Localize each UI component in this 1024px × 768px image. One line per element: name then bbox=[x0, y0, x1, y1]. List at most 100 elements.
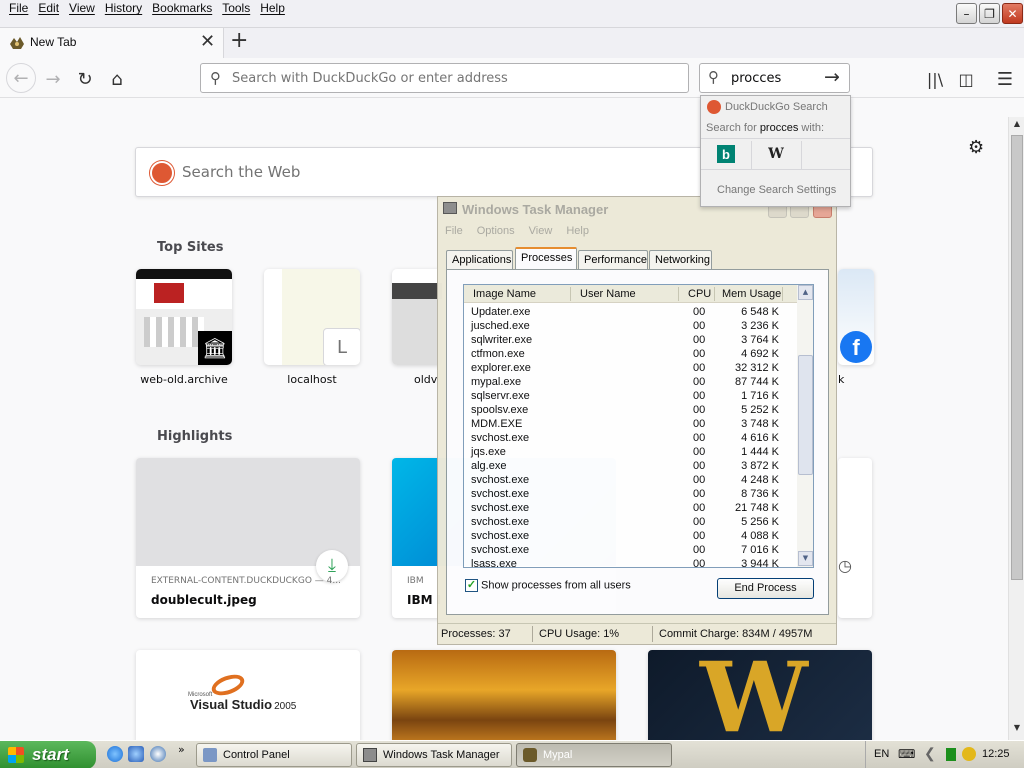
menu-view[interactable]: View bbox=[64, 1, 100, 15]
top-site-facebook[interactable]: f k bbox=[838, 269, 874, 386]
tm-menu-view[interactable]: View bbox=[529, 225, 553, 237]
site-thumbnail: f bbox=[838, 269, 874, 365]
process-row[interactable]: svchost.exe 00 4 088 K bbox=[464, 529, 797, 543]
process-name: svchost.exe bbox=[471, 544, 530, 556]
bing-icon[interactable]: b bbox=[717, 145, 735, 163]
page-scrollbar[interactable]: ▲ ▼ bbox=[1008, 117, 1024, 740]
tm-menu-options[interactable]: Options bbox=[477, 225, 515, 237]
visual-studio-card[interactable]: Microsoft Visual Studio 2005 bbox=[136, 650, 360, 740]
show-all-users-checkbox[interactable]: ✓ Show processes from all users bbox=[465, 579, 631, 592]
col-image-name[interactable]: Image Name bbox=[473, 288, 536, 300]
w-logo-card[interactable]: W bbox=[648, 650, 872, 740]
internet-explorer-icon[interactable] bbox=[107, 746, 123, 762]
search-input[interactable] bbox=[731, 68, 821, 88]
process-mem: 3 872 K bbox=[741, 460, 779, 472]
change-search-settings-link[interactable]: Change Search Settings bbox=[717, 184, 836, 196]
process-row[interactable]: Updater.exe 00 6 548 K bbox=[464, 305, 797, 319]
reload-icon[interactable]: ↻ bbox=[72, 66, 98, 92]
taskbar-item-task-manager[interactable]: Windows Task Manager bbox=[356, 743, 512, 767]
sidebar-icon[interactable]: ◫ bbox=[953, 66, 979, 92]
tray-network-icon[interactable] bbox=[962, 747, 976, 761]
taskbar-item-control-panel[interactable]: Control Panel bbox=[196, 743, 352, 767]
library-icon[interactable]: ||\ bbox=[922, 66, 948, 92]
end-process-button[interactable]: End Process bbox=[717, 578, 814, 599]
menu-bookmarks[interactable]: Bookmarks bbox=[147, 1, 217, 15]
start-button[interactable]: start bbox=[0, 741, 96, 768]
tm-menu-file[interactable]: File bbox=[445, 225, 463, 237]
process-row[interactable]: spoolsv.exe 00 5 252 K bbox=[464, 403, 797, 417]
chevron-right-icon[interactable]: » bbox=[178, 743, 185, 756]
scroll-down-arrow-icon[interactable]: ▼ bbox=[798, 551, 813, 566]
popup-engine-header: DuckDuckGo Search bbox=[707, 100, 828, 114]
go-arrow-icon[interactable]: → bbox=[824, 66, 840, 88]
tray-app-icon[interactable] bbox=[946, 748, 956, 761]
autumn-image-card[interactable] bbox=[392, 650, 616, 740]
close-window-button[interactable]: ✕ bbox=[1002, 3, 1023, 24]
process-row[interactable]: sqlwriter.exe 00 3 764 K bbox=[464, 333, 797, 347]
scroll-up-arrow-icon[interactable]: ▲ bbox=[798, 285, 813, 300]
top-site-localhost[interactable]: L localhost bbox=[264, 269, 360, 386]
keyboard-icon[interactable]: ⌨ bbox=[898, 747, 915, 761]
process-row[interactable]: svchost.exe 00 4 616 K bbox=[464, 431, 797, 445]
process-row[interactable]: svchost.exe 00 8 736 K bbox=[464, 487, 797, 501]
gear-icon[interactable]: ⚙ bbox=[968, 137, 984, 158]
process-row[interactable]: jusched.exe 00 3 236 K bbox=[464, 319, 797, 333]
tab-performance[interactable]: Performance bbox=[578, 250, 648, 269]
clock-icon: ◷ bbox=[838, 556, 852, 575]
process-row[interactable]: lsass.exe 00 3 944 K bbox=[464, 557, 797, 567]
process-row[interactable]: svchost.exe 00 21 748 K bbox=[464, 501, 797, 515]
email-icon[interactable] bbox=[128, 746, 144, 762]
process-row[interactable]: svchost.exe 00 7 016 K bbox=[464, 543, 797, 557]
menu-help[interactable]: Help bbox=[255, 1, 290, 15]
process-row[interactable]: mypal.exe 00 87 744 K bbox=[464, 375, 797, 389]
highlight-card[interactable]: ◷ bbox=[838, 458, 872, 618]
media-player-icon[interactable] bbox=[150, 746, 166, 762]
duckduckgo-icon bbox=[707, 100, 721, 114]
search-bar[interactable]: ⚲ → bbox=[699, 63, 850, 93]
menu-tools[interactable]: Tools bbox=[217, 1, 255, 15]
wikipedia-icon[interactable]: W bbox=[767, 145, 785, 163]
process-row[interactable]: ctfmon.exe 00 4 692 K bbox=[464, 347, 797, 361]
tab-networking[interactable]: Networking bbox=[649, 250, 712, 269]
tab-applications[interactable]: Applications bbox=[446, 250, 513, 269]
process-row[interactable]: alg.exe 00 3 872 K bbox=[464, 459, 797, 473]
tab-processes[interactable]: Processes bbox=[515, 247, 577, 270]
process-row[interactable]: jqs.exe 00 1 444 K bbox=[464, 445, 797, 459]
top-site-web-old-archive[interactable]: 🏛 web-old.archive bbox=[136, 269, 232, 386]
process-mem: 1 444 K bbox=[741, 446, 779, 458]
process-row[interactable]: MDM.EXE 00 3 748 K bbox=[464, 417, 797, 431]
tab-close-icon[interactable]: ✕ bbox=[200, 31, 215, 52]
scrollbar-thumb[interactable] bbox=[798, 355, 813, 475]
address-input[interactable] bbox=[232, 68, 672, 88]
new-tab-plus-icon[interactable]: + bbox=[230, 28, 248, 53]
top-site-oldversion[interactable]: oldv bbox=[392, 269, 442, 386]
menu-file[interactable]: File bbox=[4, 1, 33, 15]
process-row[interactable]: explorer.exe 00 32 312 K bbox=[464, 361, 797, 375]
scrollbar-thumb[interactable] bbox=[1011, 135, 1023, 580]
process-row[interactable]: svchost.exe 00 5 256 K bbox=[464, 515, 797, 529]
menu-edit[interactable]: Edit bbox=[33, 1, 64, 15]
col-mem-usage[interactable]: Mem Usage bbox=[722, 288, 781, 300]
home-icon[interactable]: ⌂ bbox=[104, 66, 130, 92]
menu-history[interactable]: History bbox=[100, 1, 147, 15]
site-thumbnail bbox=[392, 269, 442, 365]
minimize-button[interactable]: – bbox=[956, 3, 977, 24]
process-list-scrollbar[interactable]: ▲ ▼ bbox=[797, 285, 813, 567]
tm-menu-help[interactable]: Help bbox=[566, 225, 589, 237]
scroll-down-arrow-icon[interactable]: ▼ bbox=[1011, 723, 1023, 737]
address-bar[interactable]: ⚲ bbox=[200, 63, 689, 93]
back-arrow-icon[interactable]: ← bbox=[6, 63, 36, 93]
taskbar-item-mypal[interactable]: Mypal bbox=[516, 743, 672, 767]
scroll-up-arrow-icon[interactable]: ▲ bbox=[1011, 119, 1023, 133]
highlight-card[interactable]: ⤓ EXTERNAL-CONTENT.DUCKDUCKGO — 4... dou… bbox=[136, 458, 360, 618]
col-cpu[interactable]: CPU bbox=[688, 288, 711, 300]
col-user-name[interactable]: User Name bbox=[580, 288, 636, 300]
process-row[interactable]: sqlservr.exe 00 1 716 K bbox=[464, 389, 797, 403]
hamburger-menu-icon[interactable]: ☰ bbox=[992, 66, 1018, 92]
language-indicator[interactable]: EN bbox=[874, 748, 889, 760]
forward-arrow-icon[interactable]: → bbox=[40, 66, 66, 92]
tab-new-tab[interactable]: New Tab ✕ bbox=[0, 28, 224, 58]
process-row[interactable]: svchost.exe 00 4 248 K bbox=[464, 473, 797, 487]
chevron-left-icon[interactable]: ❮ bbox=[924, 745, 936, 762]
restore-button[interactable]: ❐ bbox=[979, 3, 1000, 24]
